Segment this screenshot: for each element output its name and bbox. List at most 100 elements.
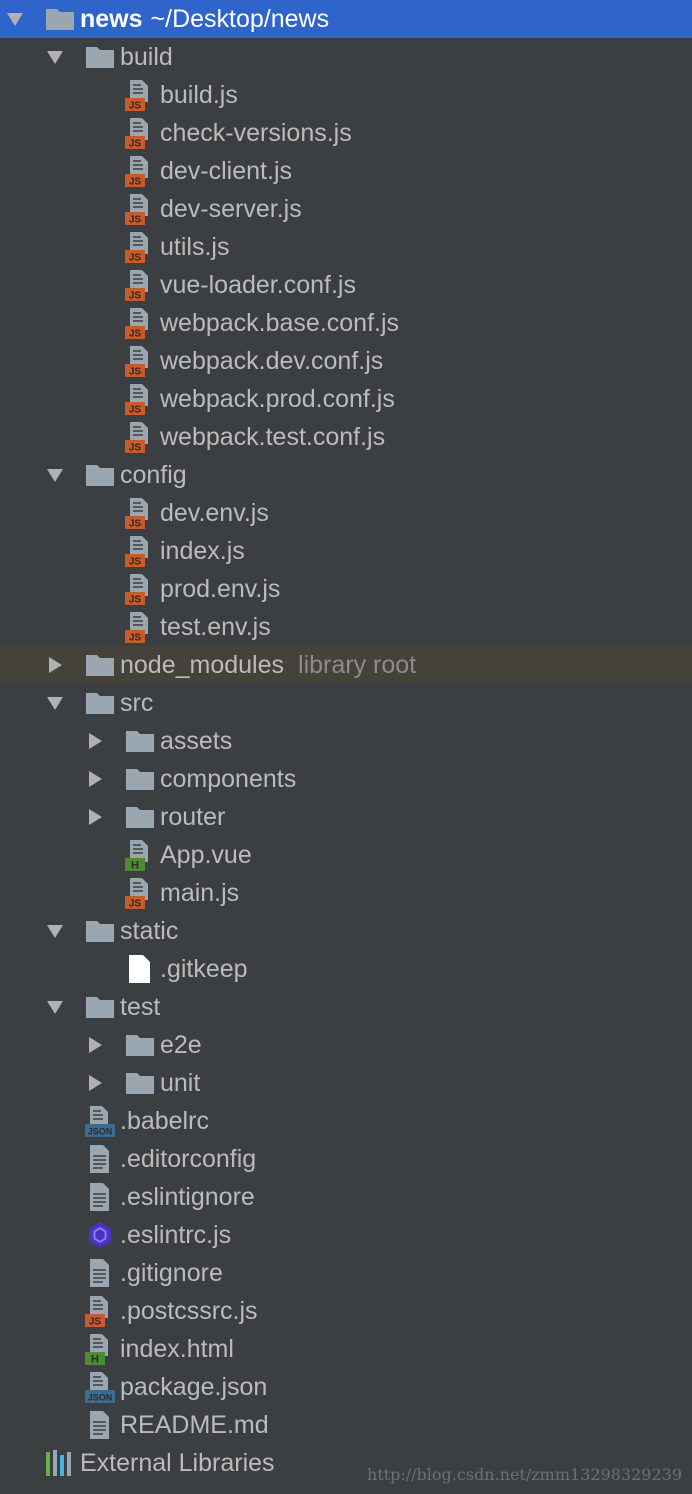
- folder-icon: [84, 915, 116, 947]
- tree-item-label: build.js: [160, 81, 238, 109]
- js-file-icon: JS: [124, 611, 156, 644]
- tree-item-label: news: [80, 5, 143, 33]
- tree-item-components[interactable]: components: [0, 760, 692, 798]
- tree-item-label: config: [120, 461, 187, 489]
- svg-text:JS: JS: [129, 557, 142, 568]
- tree-item-label: .gitkeep: [160, 955, 248, 983]
- tree-item-label: README.md: [120, 1411, 269, 1439]
- tree-item-label: main.js: [160, 879, 240, 907]
- js-file-icon: JS: [124, 345, 156, 378]
- svg-text:JS: JS: [129, 253, 142, 264]
- libraries-icon: [44, 1447, 76, 1479]
- text-file-icon: [84, 1143, 116, 1175]
- text-file-icon: [84, 1181, 116, 1213]
- tree-item-label: .eslintignore: [120, 1183, 255, 1211]
- tree-item-assets[interactable]: assets: [0, 722, 692, 760]
- tree-item-dev-client-js[interactable]: JS dev-client.js: [0, 152, 692, 190]
- tree-item-label: e2e: [160, 1031, 202, 1059]
- watermark: http://blog.csdn.net/zmm13298329239: [366, 1465, 682, 1484]
- tree-item-eslintignore[interactable]: .eslintignore: [0, 1178, 692, 1216]
- tree-item-label: .gitignore: [120, 1259, 223, 1287]
- tree-item-webpack-dev-conf-js[interactable]: JS webpack.dev.conf.js: [0, 342, 692, 380]
- tree-item-eslintrc-js[interactable]: .eslintrc.js: [0, 1216, 692, 1254]
- js-file-icon: JS: [124, 573, 156, 606]
- tree-item-webpack-test-conf-js[interactable]: JS webpack.test.conf.js: [0, 418, 692, 456]
- tree-item-label: vue-loader.conf.js: [160, 271, 356, 299]
- tree-item-label: App.vue: [160, 841, 252, 869]
- tree-item-src[interactable]: src: [0, 684, 692, 722]
- svg-text:JS: JS: [129, 291, 142, 302]
- tree-item-check-versions-js[interactable]: JS check-versions.js: [0, 114, 692, 152]
- expand-arrow-down-icon[interactable]: [44, 692, 66, 714]
- tree-item-config[interactable]: config: [0, 456, 692, 494]
- html-file-icon: H: [84, 1333, 116, 1366]
- tree-item-babelrc[interactable]: JSON .babelrc: [0, 1102, 692, 1140]
- tree-item-label: index.js: [160, 537, 245, 565]
- js-file-icon: JS: [124, 877, 156, 910]
- folder-icon: [84, 687, 116, 719]
- tree-item-package-json[interactable]: JSON package.json: [0, 1368, 692, 1406]
- tree-item-editorconfig[interactable]: .editorconfig: [0, 1140, 692, 1178]
- tree-item-build[interactable]: build: [0, 38, 692, 76]
- tree-item-index-html[interactable]: Hindex.html: [0, 1330, 692, 1368]
- expand-arrow-right-icon[interactable]: [84, 1034, 106, 1056]
- tree-item-static[interactable]: static: [0, 912, 692, 950]
- expand-arrow-down-icon[interactable]: [44, 46, 66, 68]
- tree-item-e2e[interactable]: e2e: [0, 1026, 692, 1064]
- tree-item-webpack-base-conf-js[interactable]: JS webpack.base.conf.js: [0, 304, 692, 342]
- expand-arrow-down-icon[interactable]: [44, 996, 66, 1018]
- expand-arrow-down-icon[interactable]: [44, 464, 66, 486]
- tree-item-unit[interactable]: unit: [0, 1064, 692, 1102]
- tree-item-main-js[interactable]: JS main.js: [0, 874, 692, 912]
- tree-item-test-env-js[interactable]: JS test.env.js: [0, 608, 692, 646]
- tree-item-test[interactable]: test: [0, 988, 692, 1026]
- tree-item-label: prod.env.js: [160, 575, 281, 603]
- svg-text:JSON: JSON: [88, 1393, 113, 1403]
- tree-item-index-js[interactable]: JS index.js: [0, 532, 692, 570]
- tree-item-dev-server-js[interactable]: JS dev-server.js: [0, 190, 692, 228]
- tree-item-label: components: [160, 765, 297, 793]
- js-file-icon: JS: [124, 383, 156, 416]
- tree-item-label: .eslintrc.js: [120, 1221, 232, 1249]
- tree-item-dev-env-js[interactable]: JS dev.env.js: [0, 494, 692, 532]
- svg-text:JS: JS: [129, 595, 142, 606]
- folder-icon: [84, 459, 116, 491]
- expand-arrow-right-icon[interactable]: [44, 654, 66, 676]
- expand-arrow-right-icon[interactable]: [84, 768, 106, 790]
- tree-item-app-vue[interactable]: H App.vue: [0, 836, 692, 874]
- tree-item-prod-env-js[interactable]: JS prod.env.js: [0, 570, 692, 608]
- tree-item-label: dev-client.js: [160, 157, 292, 185]
- folder-icon: [124, 1029, 156, 1061]
- tree-item-label: dev-server.js: [160, 195, 302, 223]
- svg-text:JS: JS: [129, 177, 142, 188]
- tree-item-label: External Libraries: [80, 1449, 275, 1477]
- json-file-icon: JSON: [84, 1105, 116, 1137]
- eslint-icon: [84, 1219, 116, 1251]
- tree-item-gitignore[interactable]: .gitignore: [0, 1254, 692, 1292]
- tree-item-hint: ~/Desktop/news: [150, 5, 330, 33]
- tree-item-news[interactable]: news ~/Desktop/news: [0, 0, 692, 38]
- expand-arrow-down-icon[interactable]: [44, 920, 66, 942]
- js-file-icon: JS: [124, 193, 156, 226]
- tree-item-label: node_modules: [120, 651, 285, 679]
- tree-item-label: static: [120, 917, 179, 945]
- tree-item-vue-loader-conf-js[interactable]: JS vue-loader.conf.js: [0, 266, 692, 304]
- svg-text:JS: JS: [129, 633, 142, 644]
- expand-arrow-right-icon[interactable]: [84, 730, 106, 752]
- svg-text:H: H: [131, 860, 139, 872]
- tree-item-label: dev.env.js: [160, 499, 269, 527]
- expand-arrow-right-icon[interactable]: [84, 1072, 106, 1094]
- tree-item-router[interactable]: router: [0, 798, 692, 836]
- js-file-icon: JS: [124, 307, 156, 340]
- expand-arrow-right-icon[interactable]: [84, 806, 106, 828]
- expand-arrow-down-icon[interactable]: [4, 8, 26, 30]
- tree-item-readme-md[interactable]: README.md: [0, 1406, 692, 1444]
- tree-item-postcssrc-js[interactable]: JS .postcssrc.js: [0, 1292, 692, 1330]
- tree-item-build-js[interactable]: JS build.js: [0, 76, 692, 114]
- json-file-icon: JSON: [84, 1371, 116, 1403]
- tree-item-webpack-prod-conf-js[interactable]: JS webpack.prod.conf.js: [0, 380, 692, 418]
- tree-item-node-modules[interactable]: node_modules library root: [0, 646, 692, 684]
- tree-item-label: .editorconfig: [120, 1145, 257, 1173]
- tree-item-gitkeep[interactable]: .gitkeep: [0, 950, 692, 988]
- tree-item-utils-js[interactable]: JS utils.js: [0, 228, 692, 266]
